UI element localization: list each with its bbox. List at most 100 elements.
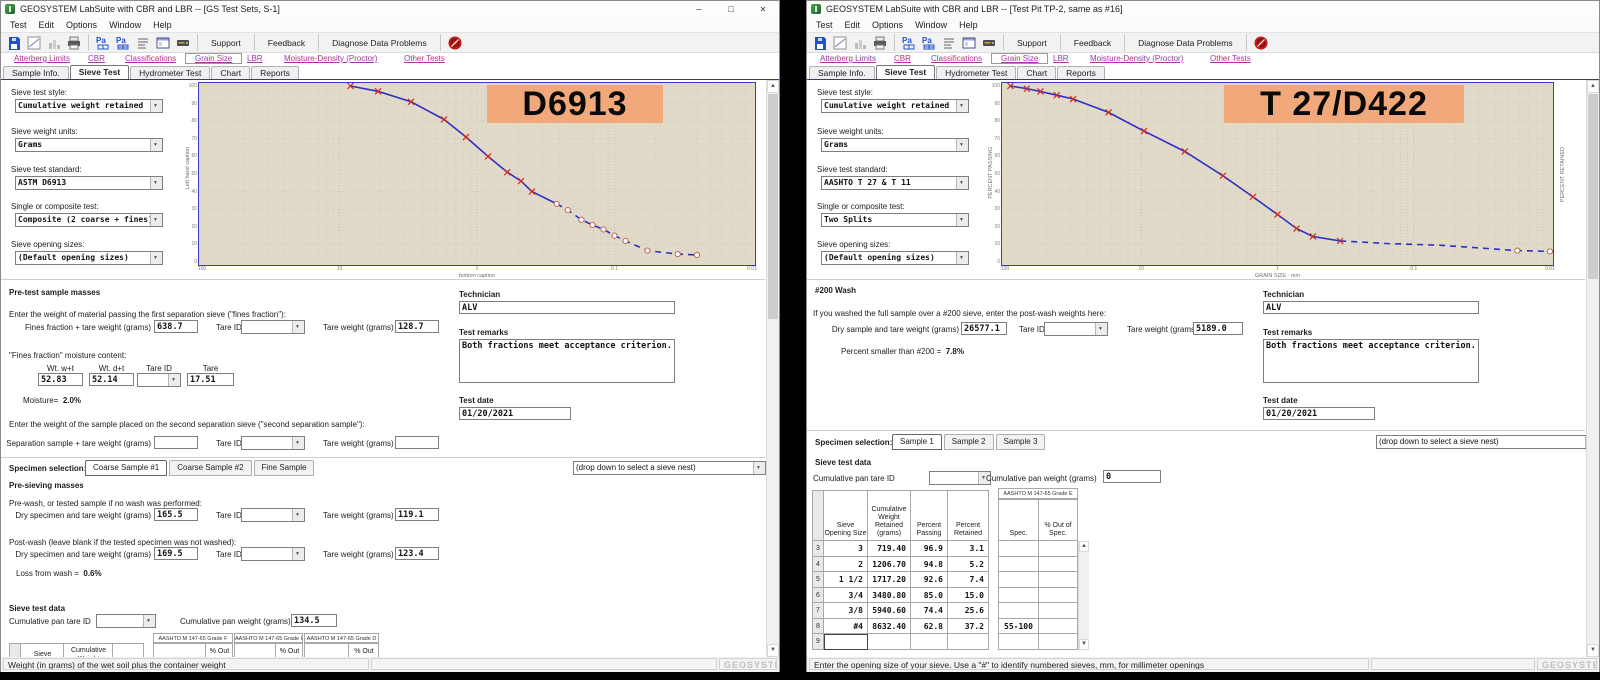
- cell-ret[interactable]: 7.4: [948, 572, 989, 588]
- cell-sieve[interactable]: 2: [824, 557, 868, 573]
- chevron-down-icon[interactable]: [150, 100, 162, 112]
- link-classifications[interactable]: Classifications: [125, 54, 176, 63]
- select-single-or-composite-test[interactable]: Composite (2 coarse + fines): [15, 213, 163, 227]
- tab-reports[interactable]: Reports: [251, 66, 299, 79]
- chevron-down-icon[interactable]: [292, 437, 304, 449]
- save-icon[interactable]: [811, 35, 829, 51]
- paste-table-icon[interactable]: Pa: [900, 35, 918, 51]
- cell-ret[interactable]: 25.6: [948, 603, 989, 619]
- cell-cum[interactable]: 3480.80: [868, 588, 911, 604]
- cell-out-of-spec[interactable]: [1039, 557, 1078, 573]
- chevron-down-icon[interactable]: [956, 177, 968, 189]
- line-chart-icon[interactable]: [25, 35, 43, 51]
- cell-spec[interactable]: 55-100: [998, 619, 1039, 635]
- prewash-tare-id-combo[interactable]: [241, 508, 305, 522]
- chevron-down-icon[interactable]: [292, 548, 304, 560]
- select-sieve-test-style[interactable]: Cumulative weight retained: [15, 99, 163, 113]
- print-icon[interactable]: [65, 35, 83, 51]
- cell-ret[interactable]: 15.0: [948, 588, 989, 604]
- separation-weight-field[interactable]: [154, 436, 198, 449]
- sieve-nest-combo[interactable]: (drop down to select a sieve nest): [573, 461, 766, 475]
- specimen-tab-sample-3[interactable]: Sample 3: [996, 434, 1046, 450]
- table-scrollbar[interactable]: ▲ ▼: [1078, 541, 1089, 650]
- mc-tare-field[interactable]: 17.51: [187, 373, 234, 386]
- cell-pass[interactable]: 85.0: [911, 588, 948, 604]
- link-grain-size[interactable]: Grain Size: [185, 53, 242, 64]
- separation-tare-weight-field[interactable]: [395, 436, 439, 449]
- drive-icon[interactable]: [174, 35, 192, 51]
- line-chart-icon[interactable]: [831, 35, 849, 51]
- chevron-down-icon[interactable]: [753, 462, 765, 474]
- tab-reports[interactable]: Reports: [1057, 66, 1105, 79]
- error-icon[interactable]: [446, 35, 464, 51]
- chevron-down-icon[interactable]: [956, 139, 968, 151]
- tab-sieve-test[interactable]: Sieve Test: [70, 65, 129, 79]
- cell-pass[interactable]: 94.8: [911, 557, 948, 573]
- fines-weight-field[interactable]: 638.7: [154, 320, 198, 333]
- cell-sieve[interactable]: 3/8: [824, 603, 868, 619]
- postwash-weight-field[interactable]: 169.5: [154, 547, 198, 560]
- support-button[interactable]: Support: [1008, 38, 1056, 48]
- link-other-tests[interactable]: Other Tests: [1210, 54, 1251, 63]
- dry-sample-weight-field[interactable]: 26577.1: [961, 322, 1007, 335]
- scroll-up-icon[interactable]: ▲: [1587, 80, 1599, 93]
- scroll-down-icon[interactable]: ▼: [767, 644, 779, 657]
- support-button[interactable]: Support: [202, 38, 250, 48]
- tab-hydrometer-test[interactable]: Hydrometer Test: [936, 66, 1016, 79]
- menu-help[interactable]: Help: [953, 20, 984, 30]
- save-icon[interactable]: [5, 35, 23, 51]
- diagnose-data-problems-button[interactable]: Diagnose Data Problems: [323, 38, 436, 48]
- cell-sieve[interactable]: 3/4: [824, 588, 868, 604]
- link-cbr[interactable]: CBR: [894, 54, 911, 63]
- cell-ret[interactable]: 3.1: [948, 541, 989, 557]
- chevron-down-icon[interactable]: [150, 139, 162, 151]
- scroll-down-icon[interactable]: ▼: [1587, 644, 1599, 657]
- cell-spec[interactable]: [998, 588, 1039, 604]
- paste-table-alt-icon[interactable]: Pa: [920, 35, 938, 51]
- chevron-down-icon[interactable]: [292, 321, 304, 333]
- scroll-down-icon[interactable]: ▼: [1079, 639, 1089, 650]
- tab-sieve-test[interactable]: Sieve Test: [876, 65, 935, 79]
- window-panel-icon[interactable]: [154, 35, 172, 51]
- cell-pass[interactable]: [911, 634, 948, 650]
- vertical-scrollbar[interactable]: ▲ ▼: [766, 80, 779, 657]
- feedback-button[interactable]: Feedback: [259, 38, 314, 48]
- link-lbr[interactable]: LBR: [247, 54, 263, 63]
- link-lbr[interactable]: LBR: [1053, 54, 1069, 63]
- cell-out-of-spec[interactable]: [1039, 603, 1078, 619]
- cell-spec[interactable]: [998, 603, 1039, 619]
- vertical-scrollbar[interactable]: ▲ ▼: [1586, 80, 1599, 657]
- chevron-down-icon[interactable]: [168, 374, 180, 386]
- cell-cum[interactable]: 1206.70: [868, 557, 911, 573]
- specimen-tab-fine-sample[interactable]: Fine Sample: [254, 460, 315, 476]
- tab-sample-info[interactable]: Sample Info.: [809, 66, 875, 79]
- scrollbar-thumb[interactable]: [768, 94, 778, 319]
- print-icon[interactable]: [871, 35, 889, 51]
- cell-cum[interactable]: 719.40: [868, 541, 911, 557]
- specimen-tab-sample-1[interactable]: Sample 1: [892, 434, 942, 450]
- bar-chart-icon[interactable]: [851, 35, 869, 51]
- test-date-field[interactable]: 01/20/2021: [459, 407, 571, 420]
- cell-sieve[interactable]: 1 1/2: [824, 572, 868, 588]
- cell-spec[interactable]: [998, 541, 1039, 557]
- cell-cum[interactable]: 1717.20: [868, 572, 911, 588]
- chevron-down-icon[interactable]: [150, 177, 162, 189]
- fines-tare-id-combo[interactable]: [241, 320, 305, 334]
- drive-icon[interactable]: [980, 35, 998, 51]
- chevron-down-icon[interactable]: [150, 214, 162, 226]
- menu-edit[interactable]: Edit: [33, 20, 61, 30]
- link-classifications[interactable]: Classifications: [931, 54, 982, 63]
- scroll-up-icon[interactable]: ▲: [767, 80, 779, 93]
- pan-weight-field[interactable]: 0: [1103, 470, 1161, 483]
- cell-ret[interactable]: [948, 634, 989, 650]
- prewash-tare-weight-field[interactable]: 119.1: [395, 508, 439, 521]
- cell-ret[interactable]: 37.2: [948, 619, 989, 635]
- test-date-field[interactable]: 01/20/2021: [1263, 407, 1375, 420]
- menu-help[interactable]: Help: [147, 20, 178, 30]
- cell-sieve[interactable]: [824, 634, 868, 650]
- close-button[interactable]: [747, 1, 779, 17]
- select-sieve-opening-sizes[interactable]: (Default opening sizes): [821, 251, 969, 265]
- cell-cum[interactable]: [868, 634, 911, 650]
- minimize-button[interactable]: [683, 1, 715, 17]
- menu-test[interactable]: Test: [4, 20, 33, 30]
